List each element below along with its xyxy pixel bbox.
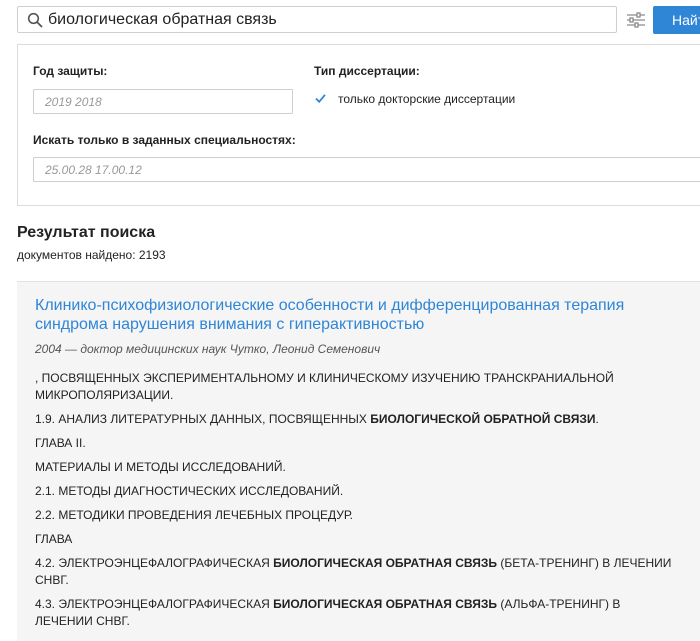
- search-box[interactable]: [17, 6, 617, 33]
- result-title-link[interactable]: Клинико-психофизиологические особенности…: [35, 296, 675, 334]
- snippet-line: МАТЕРИАЛЫ И МЕТОДЫ ИССЛЕДОВАНИЙ.: [35, 460, 286, 474]
- snippet-line: 4.2. ЭЛЕКТРОЭНЦЕФАЛОГРАФИЧЕСКАЯ БИОЛОГИЧ…: [35, 556, 672, 587]
- search-input[interactable]: [48, 7, 608, 32]
- snippet-line: 4.3. ЭЛЕКТРОЭНЦЕФАЛОГРАФИЧЕСКАЯ БИОЛОГИЧ…: [35, 597, 621, 628]
- snippet-line: 2.1. МЕТОДЫ ДИАГНОСТИЧЕСКИХ ИССЛЕДОВАНИЙ…: [35, 484, 344, 498]
- year-input[interactable]: [33, 89, 293, 114]
- sliders-icon[interactable]: [624, 9, 648, 33]
- results-title: Результат поиска: [17, 224, 156, 241]
- specialties-input[interactable]: [33, 157, 700, 182]
- result-snippets: , ПОСВЯЩЕННЫХ ЭКСПЕРИМЕНТАЛЬНОМУ И КЛИНИ…: [35, 370, 675, 637]
- result-meta: 2004 — доктор медицинских наук Чутко, Ле…: [35, 342, 381, 356]
- checkmark-icon[interactable]: [314, 92, 327, 105]
- snippet-line: ГЛАВА: [35, 532, 73, 546]
- results-count: документов найдено: 2193: [17, 248, 166, 262]
- snippet-line: ГЛАВА II.: [35, 436, 86, 450]
- dissertation-type-label: Тип диссертации:: [314, 64, 420, 78]
- snippet-line: 1.9. АНАЛИЗ ЛИТЕРАТУРНЫХ ДАННЫХ, ПОСВЯЩЕ…: [35, 412, 599, 426]
- search-icon: [27, 12, 43, 28]
- doctoral-only-label[interactable]: только докторские диссертации: [338, 92, 515, 106]
- snippet-line: 2.2. МЕТОДИКИ ПРОВЕДЕНИЯ ЛЕЧЕБНЫХ ПРОЦЕД…: [35, 508, 353, 522]
- result-card: Клинико-психофизиологические особенности…: [17, 281, 700, 641]
- find-button[interactable]: Найти: [653, 6, 700, 34]
- snippet-line: , ПОСВЯЩЕННЫХ ЭКСПЕРИМЕНТАЛЬНОМУ И КЛИНИ…: [35, 371, 614, 402]
- specialties-label: Искать только в заданных специальностях:: [33, 133, 296, 147]
- year-label: Год защиты:: [33, 64, 108, 78]
- filter-panel: Год защиты: Тип диссертации: только докт…: [17, 44, 700, 206]
